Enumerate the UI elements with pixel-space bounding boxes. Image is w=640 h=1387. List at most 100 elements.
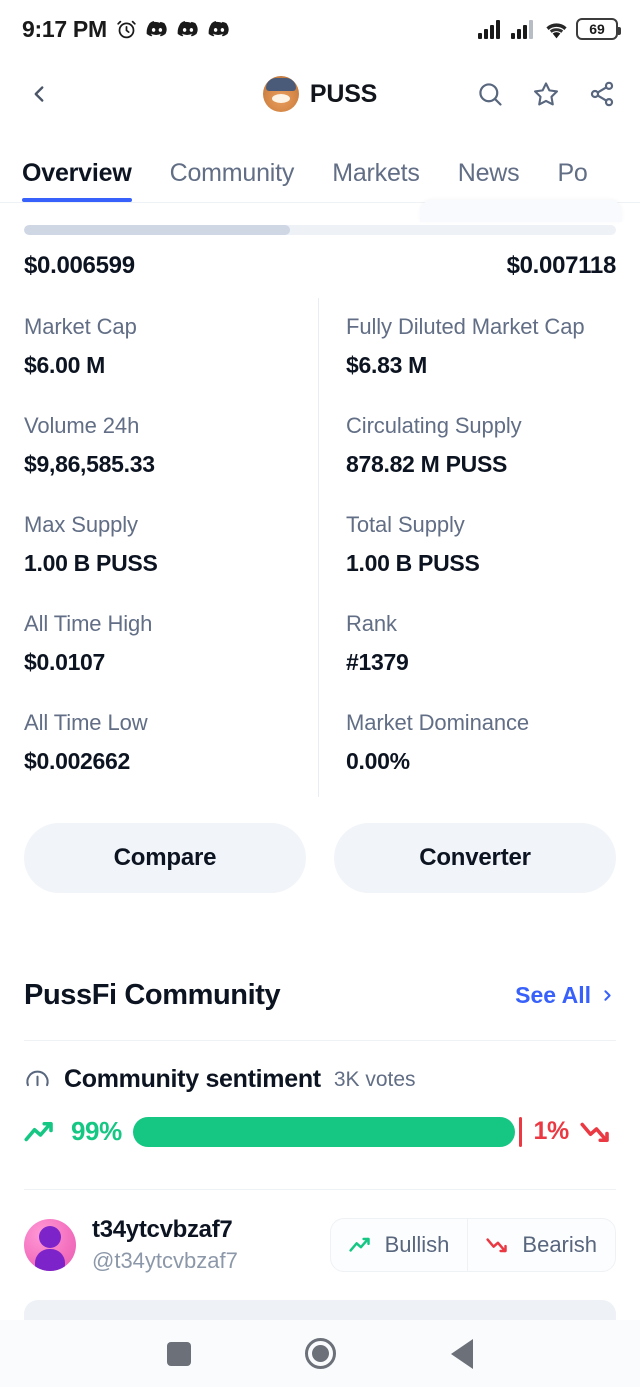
puss-cat-logo bbox=[262, 76, 299, 112]
tab-label: News bbox=[457, 159, 520, 187]
bullish-vote-button[interactable]: Bullish bbox=[331, 1219, 468, 1271]
converter-button[interactable]: Converter bbox=[334, 823, 616, 893]
bearish-percent: 1% bbox=[533, 1117, 569, 1145]
star-icon bbox=[533, 82, 559, 106]
chevron-left-icon bbox=[34, 86, 44, 102]
trend-down-icon bbox=[580, 1122, 609, 1142]
see-all-link[interactable]: See All bbox=[515, 982, 616, 1009]
battery-icon: 69 bbox=[576, 18, 621, 40]
user-avatar[interactable] bbox=[24, 1219, 76, 1271]
status-bar-left: 9:17 PM bbox=[22, 16, 230, 43]
trend-down-icon bbox=[486, 1238, 508, 1253]
discord-icon bbox=[208, 20, 229, 36]
bearish-vote-button[interactable]: Bearish bbox=[468, 1219, 615, 1271]
stat-label: All Time Low bbox=[24, 710, 148, 735]
community-header: PussFi Community See All bbox=[0, 893, 640, 1012]
stat-rank: Rank #1379 bbox=[320, 611, 616, 710]
sentiment-bar-bearish bbox=[518, 1116, 523, 1147]
stat-value: $6.00 M bbox=[24, 352, 106, 378]
tab-overview[interactable]: Overview bbox=[22, 159, 132, 202]
see-all-label: See All bbox=[515, 982, 591, 1008]
post-user-name: t34ytcvbzaf7 bbox=[92, 1216, 233, 1243]
trend-up-icon bbox=[348, 1237, 370, 1252]
stat-label: Market Dominance bbox=[346, 710, 530, 735]
square-recents-icon[interactable] bbox=[167, 1341, 192, 1366]
sentiment-votes: 3K votes bbox=[333, 1067, 416, 1091]
app-header-actions bbox=[474, 78, 618, 110]
stat-market-dominance: Market Dominance 0.00% bbox=[320, 710, 616, 809]
tab-bar: Overview Community Markets News Po bbox=[0, 130, 640, 202]
sentiment-bar-row: 99% 1% bbox=[0, 1094, 640, 1147]
alarm-icon bbox=[117, 20, 136, 38]
stat-label: Rank bbox=[346, 611, 397, 636]
price-range-slider[interactable] bbox=[24, 225, 616, 235]
stat-value: 1.00 B PUSS bbox=[346, 550, 480, 576]
compare-button[interactable]: Compare bbox=[24, 823, 306, 893]
community-post-row: t34ytcvbzaf7 @t34ytcvbzaf7 Bullish Beari… bbox=[0, 1190, 640, 1274]
discord-icon bbox=[177, 20, 198, 36]
tab-news[interactable]: News bbox=[458, 159, 520, 202]
signal-icon bbox=[478, 19, 500, 39]
stats-grid: Market Cap $6.00 M Fully Diluted Market … bbox=[0, 280, 640, 809]
stat-label: Total Supply bbox=[346, 512, 465, 537]
stat-value: $6.83 M bbox=[346, 352, 428, 378]
stat-value: 0.00% bbox=[346, 748, 410, 774]
share-button[interactable] bbox=[586, 78, 618, 110]
community-title: PussFi Community bbox=[24, 979, 281, 1011]
search-icon bbox=[479, 83, 502, 106]
bullish-label: Bullish bbox=[384, 1232, 450, 1257]
stat-label: Market Cap bbox=[24, 314, 137, 339]
price-range-labels: $0.006599 $0.007118 bbox=[24, 252, 616, 280]
stat-value: $0.0107 bbox=[24, 649, 106, 675]
share-icon bbox=[590, 81, 614, 107]
sentiment-bar-bullish bbox=[132, 1116, 515, 1147]
android-nav-bar bbox=[0, 1320, 640, 1387]
chevron-right-icon bbox=[604, 990, 611, 1001]
post-user-handle: @t34ytcvbzaf7 bbox=[92, 1248, 238, 1273]
tab-markets[interactable]: Markets bbox=[332, 159, 420, 202]
tab-portfolio[interactable]: Po bbox=[557, 159, 587, 202]
stat-label: Fully Diluted Market Cap bbox=[346, 314, 585, 339]
circle-home-icon[interactable] bbox=[305, 1338, 337, 1369]
post-user-info: t34ytcvbzaf7 @t34ytcvbzaf7 bbox=[92, 1216, 238, 1274]
stat-value: $9,86,585.33 bbox=[24, 451, 155, 477]
search-button[interactable] bbox=[474, 78, 506, 110]
back-button[interactable] bbox=[22, 77, 56, 111]
status-time: 9:17 PM bbox=[22, 15, 107, 42]
tab-label: Overview bbox=[22, 159, 132, 187]
bearish-label: Bearish bbox=[522, 1232, 597, 1257]
page-title: PUSS bbox=[309, 79, 378, 108]
stat-circulating-supply: Circulating Supply 878.82 M PUSS bbox=[320, 413, 616, 512]
battery-level: 69 bbox=[589, 21, 605, 37]
stat-all-time-high: All Time High $0.0107 bbox=[24, 611, 320, 710]
stat-label: All Time High bbox=[24, 611, 153, 636]
stat-max-supply: Max Supply 1.00 B PUSS bbox=[24, 512, 320, 611]
triangle-back-icon[interactable] bbox=[450, 1338, 473, 1369]
price-range-high: $0.007118 bbox=[506, 252, 617, 279]
status-bar-right: 69 bbox=[478, 18, 621, 40]
bullish-percent: 99% bbox=[71, 1116, 122, 1146]
stat-value: #1379 bbox=[346, 649, 409, 675]
stat-all-time-low: All Time Low $0.002662 bbox=[24, 710, 320, 809]
stat-value: $0.002662 bbox=[24, 748, 131, 774]
stat-volume-24h: Volume 24h $9,86,585.33 bbox=[24, 413, 320, 512]
stat-label: Circulating Supply bbox=[346, 413, 522, 438]
gauge-icon bbox=[26, 1070, 49, 1087]
action-buttons: Compare Converter bbox=[0, 809, 640, 893]
tab-community[interactable]: Community bbox=[170, 159, 295, 202]
sentiment-bar bbox=[132, 1116, 523, 1147]
favorite-button[interactable] bbox=[530, 78, 562, 110]
price-range-fill bbox=[24, 225, 291, 235]
sentiment-title: Community sentiment bbox=[64, 1065, 321, 1093]
sentiment-header: Community sentiment 3K votes bbox=[0, 1041, 640, 1094]
stat-fully-diluted-market-cap: Fully Diluted Market Cap $6.83 M bbox=[320, 314, 616, 413]
price-range-low: $0.006599 bbox=[24, 252, 135, 279]
stat-value: 878.82 M PUSS bbox=[346, 451, 508, 477]
vote-button-group: Bullish Bearish bbox=[329, 1218, 616, 1272]
stat-value: 1.00 B PUSS bbox=[24, 550, 158, 576]
status-bar: 9:17 PM 69 bbox=[0, 0, 640, 58]
stat-label: Volume 24h bbox=[24, 413, 140, 438]
stat-total-supply: Total Supply 1.00 B PUSS bbox=[320, 512, 616, 611]
app-screen: 9:17 PM 69 PUSS Overview Community Marke… bbox=[0, 0, 640, 1387]
app-header: PUSS bbox=[0, 58, 640, 130]
